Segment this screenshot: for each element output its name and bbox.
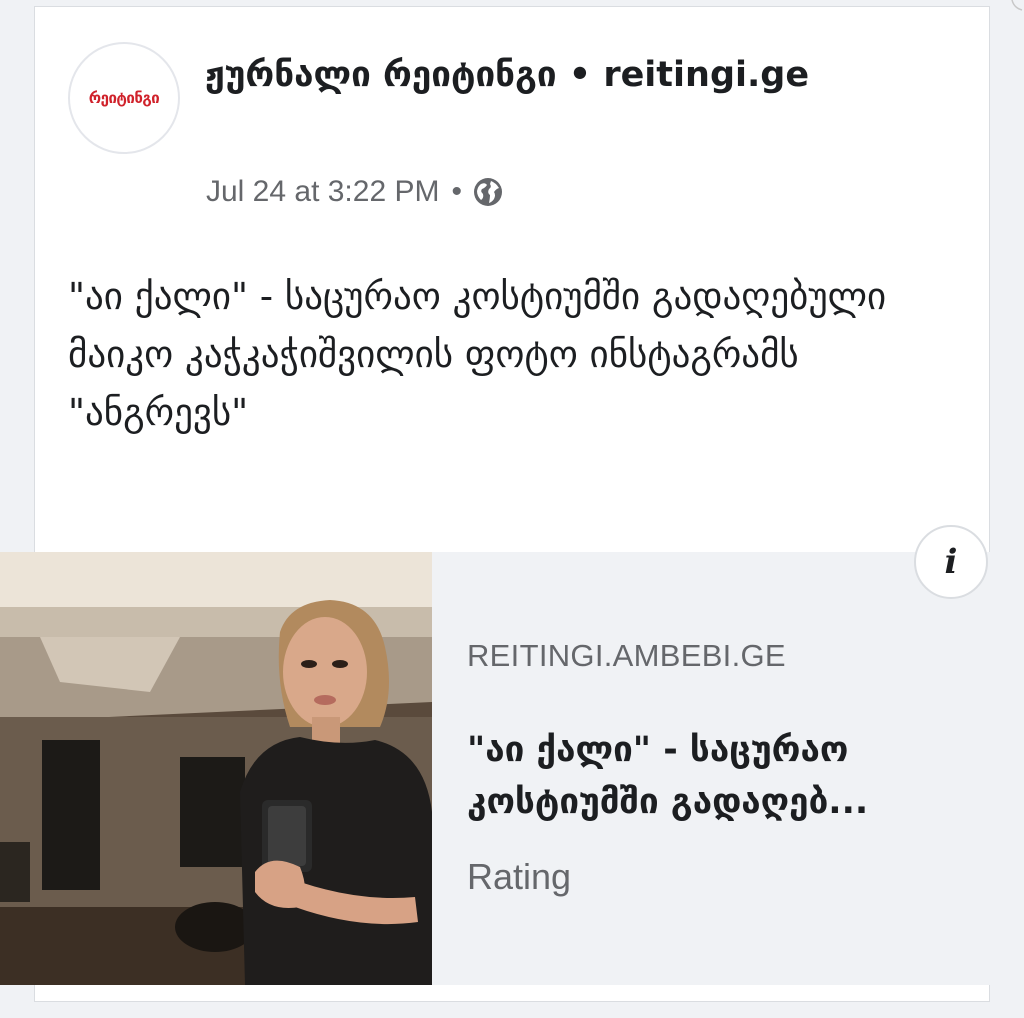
post-text: "აი ქალი" - საცურაო კოსტიუმში გადაღებული… (68, 275, 887, 434)
preview-info[interactable]: REITINGI.AMBEBI.GE "აი ქალი" - საცურაო კ… (467, 552, 1007, 985)
page-avatar[interactable]: რეიტინგი (68, 42, 180, 154)
info-icon[interactable]: i (914, 525, 988, 599)
preview-thumbnail[interactable] (0, 552, 432, 985)
avatar-logo: რეიტინგი (88, 89, 160, 107)
link-preview[interactable]: REITINGI.AMBEBI.GE "აი ქალი" - საცურაო კ… (0, 552, 1024, 985)
preview-domain: REITINGI.AMBEBI.GE (467, 638, 786, 673)
meta-separator: • (451, 175, 462, 208)
post-timestamp[interactable]: Jul 24 at 3:22 PM (206, 175, 439, 209)
preview-title[interactable]: "აი ქალი" - საცურაო კოსტიუმში გადაღებ... (467, 724, 997, 828)
preview-description: Rating (467, 856, 572, 897)
globe-icon[interactable] (472, 176, 504, 208)
post-meta: Jul 24 at 3:22 PM • (206, 172, 504, 212)
scroll-corner-icon (1011, 0, 1023, 11)
page-name-link[interactable]: ჟურნალი რეიტინგი • reitingi.ge (205, 52, 845, 99)
